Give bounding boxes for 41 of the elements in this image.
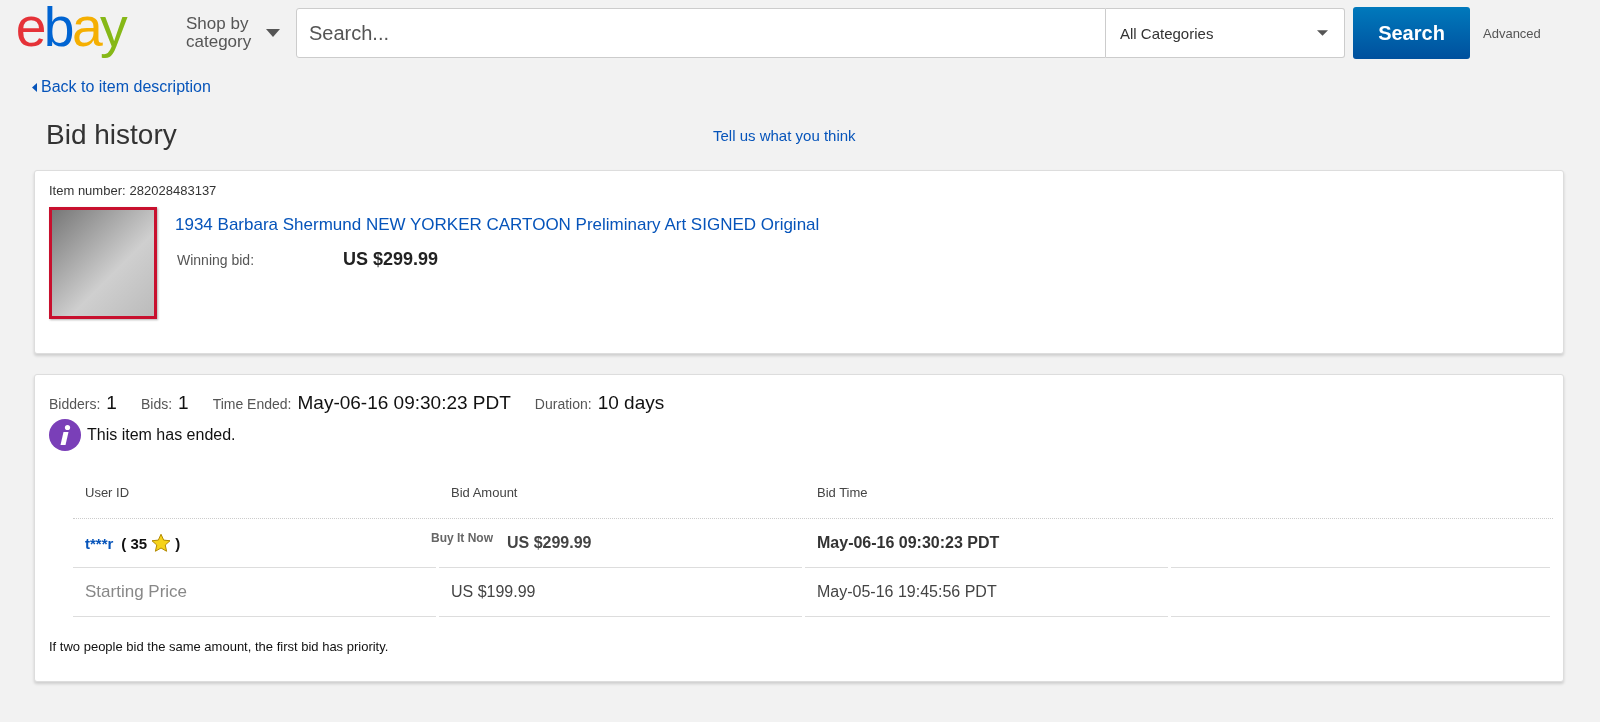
search-field[interactable]: Search...	[296, 8, 1106, 58]
summary-value: 10 days	[597, 392, 665, 414]
starting-price-time: May-05-16 19:45:56 PDT	[817, 583, 997, 601]
column-header: Bid Time	[816, 484, 869, 502]
item-number: 282028483137	[129, 183, 217, 198]
user-id-link[interactable]: t***r	[85, 534, 114, 552]
summary-label: Duration:	[534, 396, 592, 412]
summary-value: 1	[178, 392, 189, 414]
starting-price-label: Starting Price	[85, 582, 188, 602]
footnote-text: If two people bid the same amount, the first bid has priority.	[49, 639, 390, 654]
back-link[interactable]: Back to item description	[41, 78, 211, 96]
winning-bid-label: Winning bid:	[177, 252, 256, 268]
bid-amount: US $299.99	[507, 534, 592, 552]
left-arrow-icon	[32, 82, 37, 92]
notice-text: This item has ended.	[87, 426, 236, 444]
buy-it-now-label: Buy It Now	[431, 531, 493, 545]
column-header: Bid Amount	[450, 484, 519, 502]
item-title-link[interactable]: 1934 Barbara Shermund NEW YORKER CARTOON Preliminary Art SIGNED Original	[175, 215, 820, 235]
item-number-label: Item number:	[49, 183, 126, 198]
summary-value: May-06-16 09:30:23 PDT	[297, 392, 511, 414]
feedback-score-close: )	[175, 534, 181, 552]
logo[interactable]: ebay	[14, 0, 170, 67]
info-icon	[49, 419, 81, 451]
star-icon	[151, 533, 172, 553]
search-button[interactable]: Search	[1353, 7, 1470, 59]
summary-label: Bids:	[140, 396, 173, 412]
shop-by-category-button[interactable]: Shop by category	[186, 15, 280, 51]
feedback-score: ( 35	[121, 534, 148, 552]
bid-time: May-06-16 09:30:23 PDT	[817, 534, 1000, 552]
summary-label: Time Ended:	[212, 396, 292, 412]
feedback-link[interactable]: Tell us what you think	[713, 126, 856, 144]
starting-price-amount: US $199.99	[451, 583, 536, 601]
column-header: User ID	[84, 484, 131, 502]
summary-value: 1	[106, 392, 117, 414]
page-title: Bid history	[46, 119, 178, 151]
caret-icon	[266, 29, 280, 37]
advanced-search-link[interactable]: Advanced	[1483, 25, 1541, 41]
winning-bid-amount: US $299.99	[343, 249, 439, 270]
category-dropdown[interactable]: All Categories	[1106, 8, 1345, 58]
summary-label: Bidders:	[49, 396, 101, 412]
caret-icon	[1317, 30, 1328, 36]
